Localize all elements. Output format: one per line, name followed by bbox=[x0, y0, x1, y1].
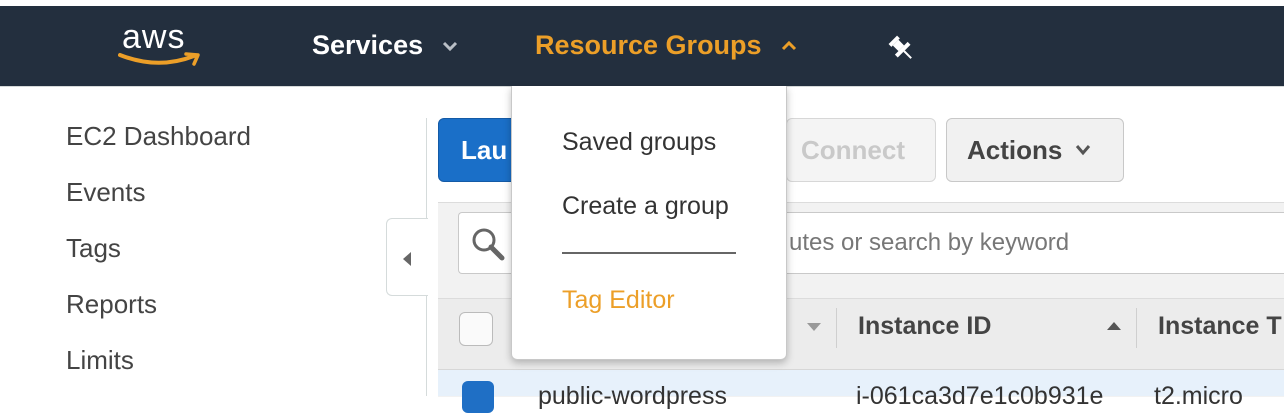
top-navbar: aws Services Resource Groups bbox=[0, 6, 1284, 86]
select-all-checkbox[interactable] bbox=[459, 312, 493, 346]
menu-item-saved-groups[interactable]: Saved groups bbox=[562, 128, 716, 157]
menu-divider bbox=[562, 252, 736, 254]
resource-groups-dropdown: Saved groups Create a group Tag Editor bbox=[511, 86, 787, 360]
sort-down-icon[interactable] bbox=[806, 322, 822, 332]
pin-icon[interactable] bbox=[887, 34, 917, 69]
resource-groups-menu[interactable]: Resource Groups bbox=[535, 30, 798, 61]
search-icon bbox=[472, 228, 505, 261]
services-label: Services bbox=[312, 30, 424, 60]
sidebar-item-ec2-dashboard[interactable]: EC2 Dashboard bbox=[66, 121, 251, 152]
column-separator bbox=[836, 308, 837, 348]
collapse-left-icon bbox=[403, 252, 411, 266]
launch-button-label: Lau bbox=[461, 134, 508, 165]
sidebar-collapse-toggle[interactable] bbox=[386, 218, 428, 296]
aws-smile-icon bbox=[118, 52, 200, 66]
aws-logo[interactable]: aws bbox=[118, 18, 204, 74]
sidebar: EC2 Dashboard Events Tags Reports Limits bbox=[0, 87, 426, 396]
services-menu[interactable]: Services bbox=[312, 30, 459, 61]
column-header-instance-id[interactable]: Instance ID bbox=[858, 312, 991, 341]
row-name-cell: public-wordpress bbox=[538, 382, 727, 410]
row-checkbox[interactable] bbox=[462, 381, 494, 413]
menu-item-create-group[interactable]: Create a group bbox=[562, 192, 729, 221]
connect-button[interactable]: Connect bbox=[786, 118, 936, 182]
search-placeholder: utes or search by keyword bbox=[789, 229, 1070, 256]
chevron-down-icon bbox=[1076, 145, 1091, 156]
actions-button[interactable]: Actions bbox=[946, 118, 1124, 182]
sidebar-item-tags[interactable]: Tags bbox=[66, 233, 121, 264]
sort-up-icon[interactable] bbox=[1106, 321, 1122, 331]
sidebar-item-limits[interactable]: Limits bbox=[66, 345, 134, 376]
chevron-up-icon bbox=[781, 40, 796, 50]
connect-button-label: Connect bbox=[801, 134, 905, 165]
resource-groups-label: Resource Groups bbox=[535, 30, 762, 60]
column-separator bbox=[1136, 308, 1137, 348]
row-instance-type-cell: t2.micro bbox=[1154, 382, 1243, 410]
sidebar-item-events[interactable]: Events bbox=[66, 177, 146, 208]
sidebar-item-reports[interactable]: Reports bbox=[66, 289, 157, 320]
actions-button-label: Actions bbox=[967, 134, 1063, 165]
menu-item-tag-editor[interactable]: Tag Editor bbox=[562, 286, 675, 315]
row-instance-id-cell: i-061ca3d7e1c0b931e bbox=[856, 382, 1104, 410]
chevron-down-icon bbox=[443, 41, 458, 51]
column-header-instance-type[interactable]: Instance T bbox=[1158, 312, 1282, 341]
